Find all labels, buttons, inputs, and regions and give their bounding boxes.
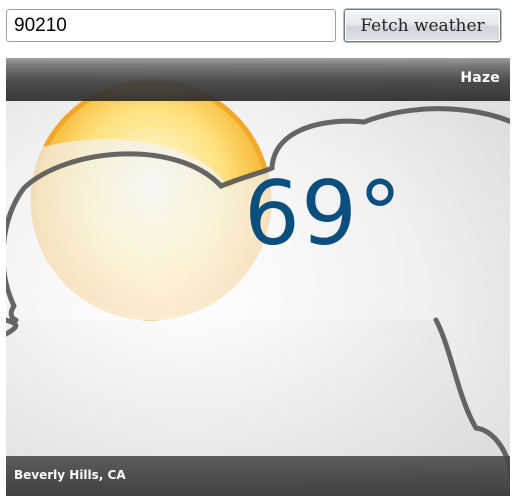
condition-bar: Haze <box>6 58 510 101</box>
search-bar: Fetch weather <box>6 8 512 44</box>
weather-condition: Haze <box>460 70 500 86</box>
zip-code-input[interactable] <box>6 9 336 42</box>
weather-app: Fetch weather <box>0 0 518 504</box>
location-label: Beverly Hills, CA <box>14 468 126 482</box>
temperature-readout: 69° <box>244 162 403 265</box>
sun-behind-cloud-icon <box>6 79 510 496</box>
fetch-weather-button[interactable]: Fetch weather <box>344 9 501 42</box>
weather-card: Haze 69° Beverly Hills, CA <box>6 58 510 496</box>
location-bar: Beverly Hills, CA <box>6 456 510 496</box>
